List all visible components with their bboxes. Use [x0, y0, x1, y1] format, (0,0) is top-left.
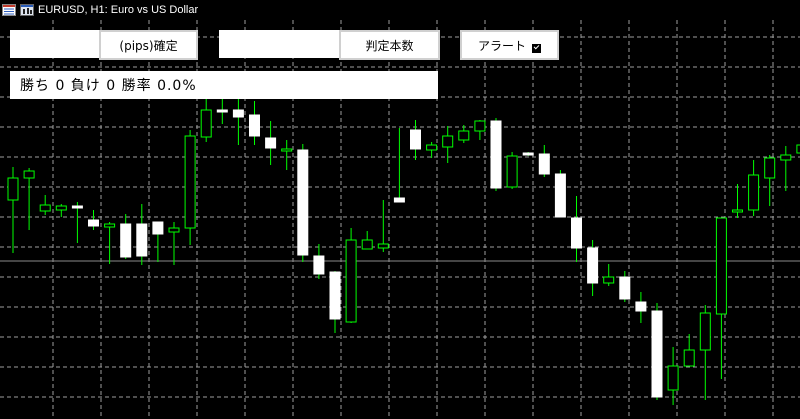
pips-confirm-button[interactable]: (pips)確定	[99, 30, 198, 60]
candle	[490, 118, 502, 191]
alert-button-label: アラート	[477, 38, 526, 53]
candle	[216, 95, 228, 124]
candle	[200, 97, 212, 142]
candle	[715, 217, 727, 379]
judge-count-button[interactable]: 判定本数	[339, 30, 440, 60]
candle	[39, 195, 51, 215]
candle	[281, 140, 293, 170]
candle	[410, 120, 421, 160]
symbol-list-icon	[2, 4, 16, 16]
candle	[506, 152, 518, 189]
candle	[522, 152, 534, 156]
candle	[136, 204, 148, 265]
candle	[71, 202, 83, 243]
candle	[265, 121, 277, 165]
judge-count-input[interactable]	[219, 30, 339, 58]
candle	[377, 200, 389, 252]
candle	[667, 347, 679, 405]
alert-button[interactable]: アラート	[460, 30, 559, 60]
candle	[329, 271, 341, 333]
candle	[474, 120, 486, 140]
candle	[635, 292, 647, 323]
candle	[168, 222, 180, 265]
candle	[603, 264, 615, 286]
candle	[104, 222, 116, 264]
candle	[249, 101, 260, 145]
pips-input[interactable]	[10, 30, 99, 58]
candle	[23, 168, 35, 230]
candle	[297, 144, 309, 262]
candle	[683, 334, 695, 367]
candle	[458, 125, 470, 143]
candle	[587, 240, 599, 296]
candle	[538, 145, 550, 177]
candle	[748, 160, 760, 216]
chart-title-bar: EURUSD, H1: Euro vs US Dollar	[0, 0, 198, 20]
candle	[651, 303, 663, 400]
candle	[780, 146, 792, 191]
candle	[55, 204, 67, 217]
candle	[7, 167, 19, 253]
candle	[571, 196, 582, 262]
candle	[152, 221, 164, 262]
candle	[699, 305, 711, 400]
candle	[554, 170, 566, 218]
candle	[361, 231, 373, 250]
candle	[619, 271, 631, 302]
chart-window-icon	[20, 4, 34, 16]
candle	[393, 128, 405, 203]
candle	[732, 184, 743, 218]
win-loss-stats: 勝ち 0 負け 0 勝率 0.0%	[10, 71, 438, 99]
candle	[345, 228, 357, 323]
chart-title: EURUSD, H1: Euro vs US Dollar	[38, 4, 199, 16]
alert-checkbox[interactable]	[532, 43, 541, 53]
price-chart	[0, 20, 800, 419]
candle	[120, 214, 132, 259]
candle	[313, 244, 325, 279]
candle	[88, 210, 99, 230]
candle	[426, 142, 438, 158]
candle	[184, 130, 196, 245]
